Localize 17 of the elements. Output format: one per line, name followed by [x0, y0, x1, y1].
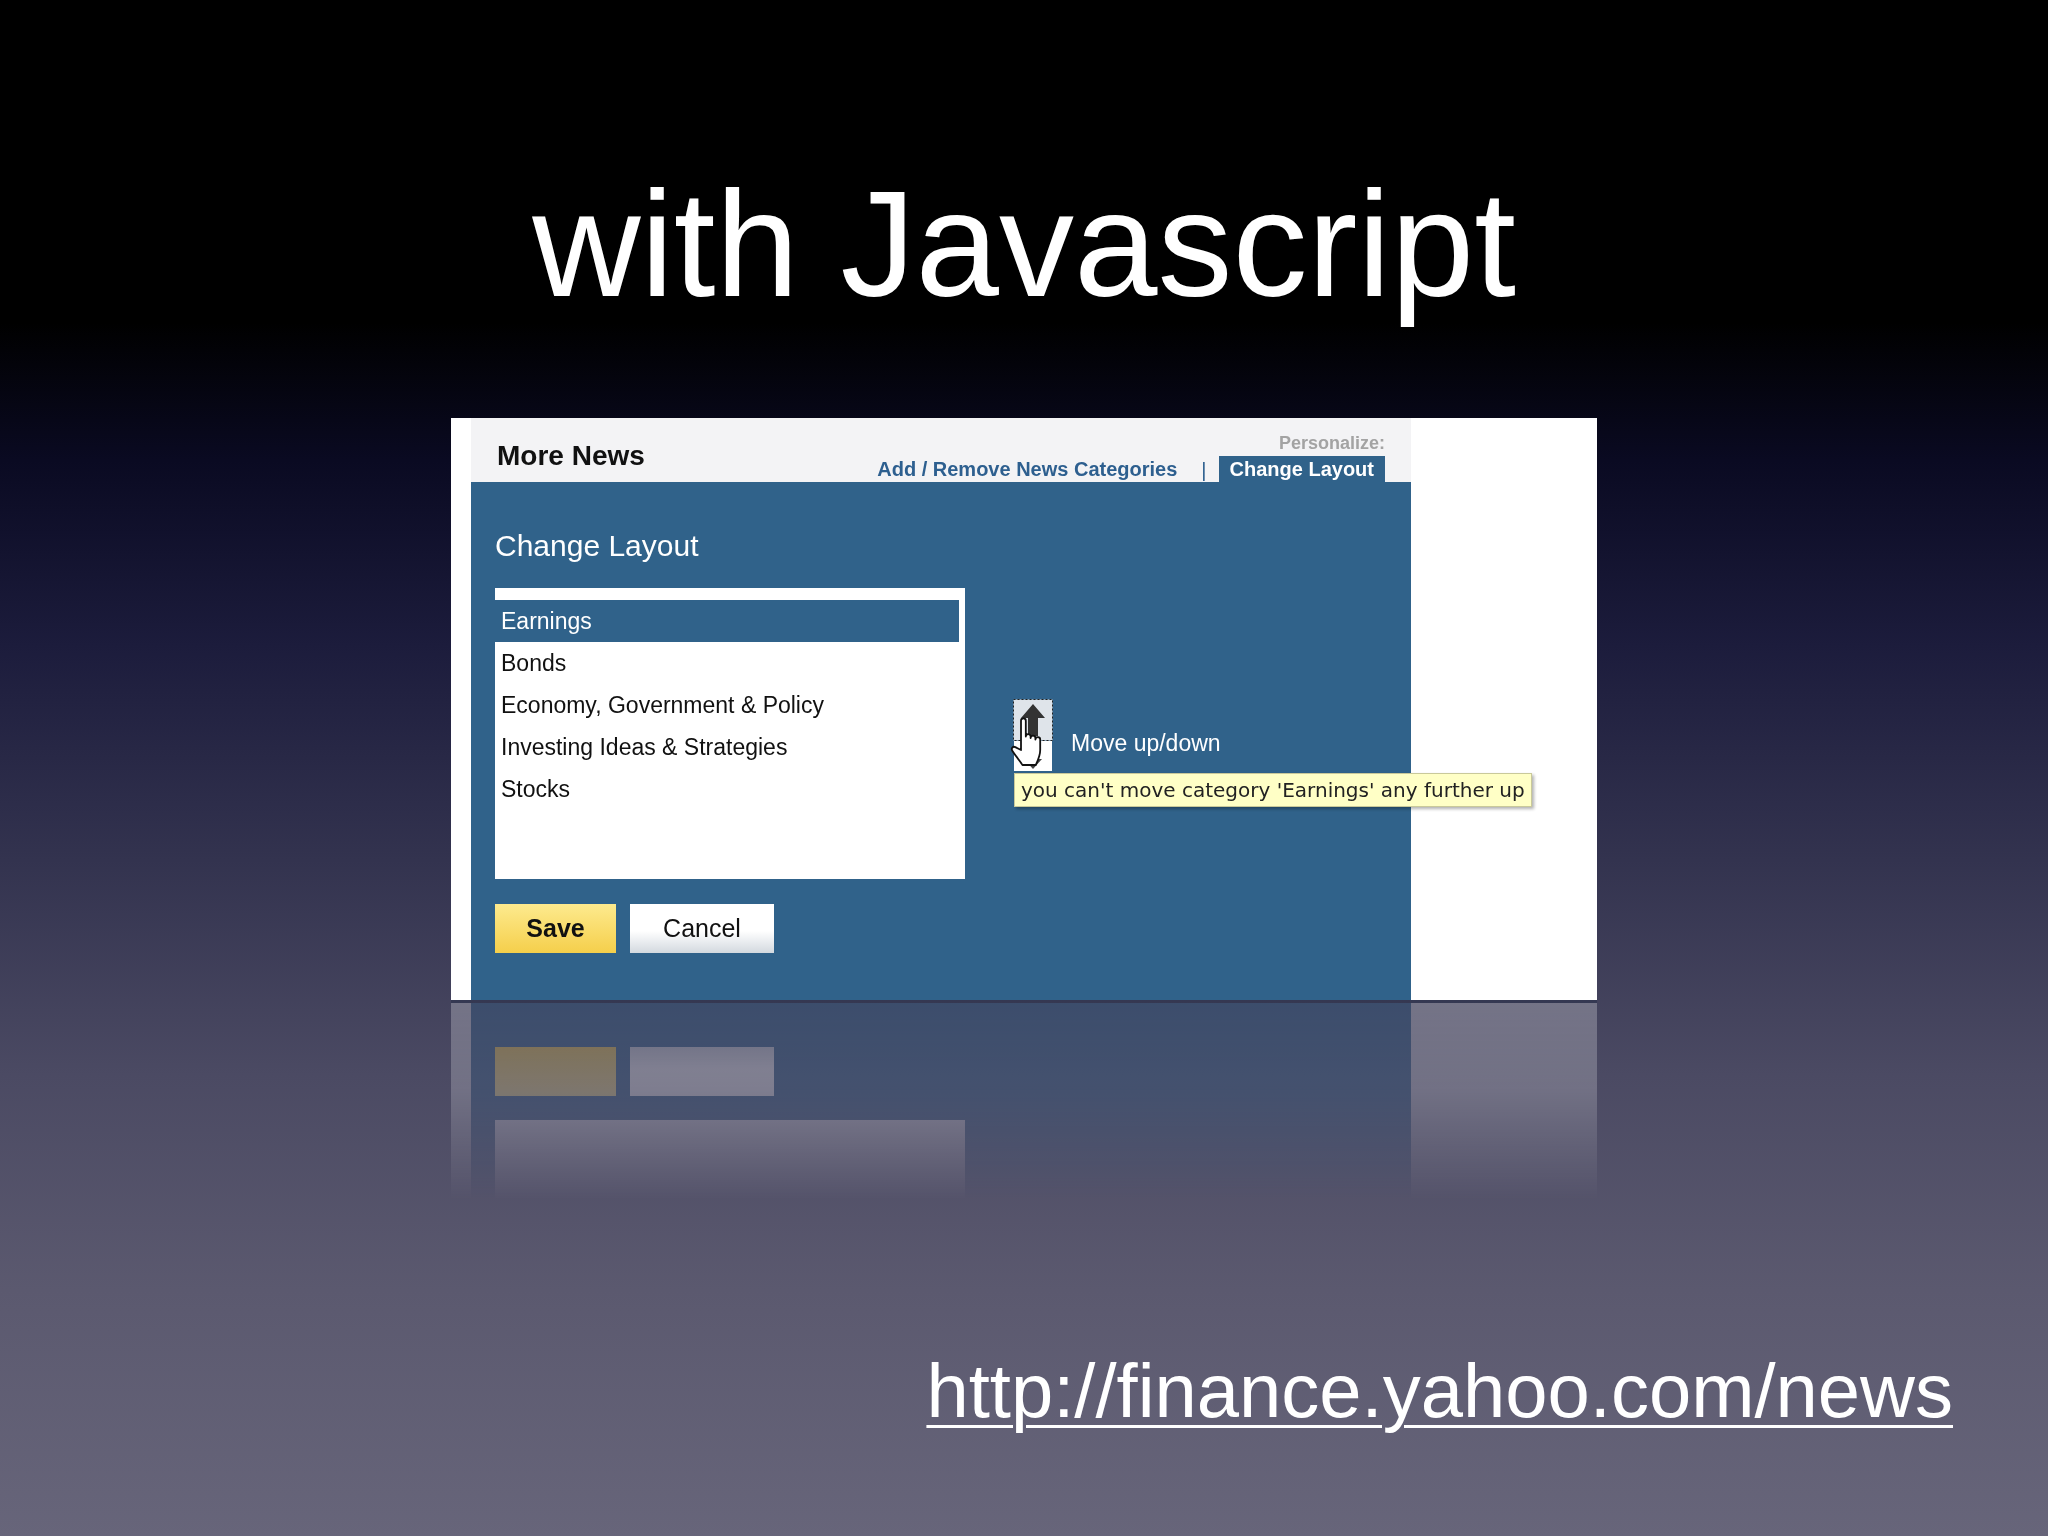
- cancel-button[interactable]: Cancel: [630, 904, 774, 953]
- tooltip: you can't move category 'Earnings' any further up: [1014, 773, 1532, 807]
- personalize-label: Personalize:: [1278, 432, 1385, 454]
- section-title: More News: [497, 440, 645, 472]
- list-item[interactable]: Stocks: [495, 768, 959, 810]
- panel-heading: Change Layout: [495, 528, 700, 564]
- slide-title: with Javascript: [532, 159, 1516, 330]
- link-separator: |: [1201, 458, 1207, 482]
- header-link[interactable]: Add / Remove News Categories: [877, 456, 1178, 482]
- header-tab[interactable]: Change Layout: [1218, 456, 1385, 482]
- list-item[interactable]: Economy, Government & Policy: [495, 684, 959, 726]
- save-button[interactable]: Save: [495, 904, 616, 953]
- list-item[interactable]: Bonds: [495, 642, 959, 684]
- list-item[interactable]: Investing Ideas & Strategies: [495, 726, 959, 768]
- list-item[interactable]: Earnings: [495, 600, 959, 642]
- move-label: Move up/down: [1071, 730, 1221, 756]
- category-list[interactable]: Earnings Bonds Economy, Government & Policy Investing Ideas & Strategies Stocks: [495, 588, 965, 879]
